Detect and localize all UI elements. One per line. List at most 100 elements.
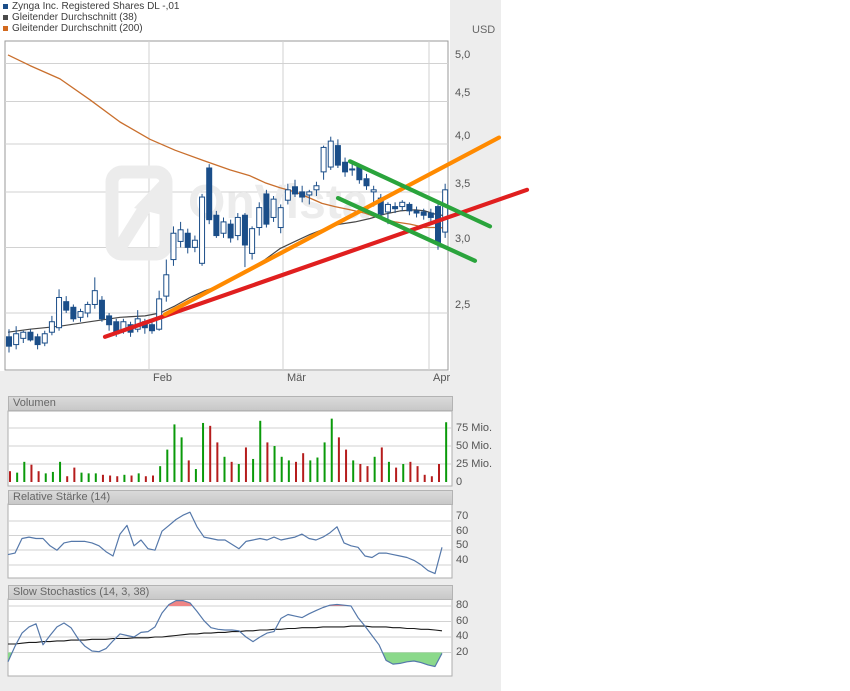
volume-bar [73,467,76,482]
axis-tick-label: 4,5 [455,87,471,99]
volume-bar [395,467,398,482]
volume-bar [352,460,355,482]
legend-item-ma200: Gleitender Durchschnitt (200) [2,23,180,34]
axis-tick-label: Feb [153,372,172,384]
candle-body [191,239,198,248]
candle-body [413,210,420,214]
legend-marker-price-icon [3,4,8,9]
candle-body [91,290,98,305]
volume-panel-header: Volumen [8,396,453,411]
candle-body [206,167,213,221]
volume-bar [194,469,197,482]
candle-body [34,336,41,346]
candle-body [249,228,256,254]
axis-tick-label: 75 Mio. [456,422,493,434]
candle-body [184,232,191,248]
candle-body [84,303,91,314]
candle-body [320,146,327,173]
candle-body [334,145,341,166]
volume-bar [438,464,440,482]
legend-marker-ma38-icon [3,15,8,20]
volume-bar [266,442,269,482]
volume-bar [316,457,319,482]
candle-body [299,191,306,198]
volume-bar [187,460,190,482]
volume-bar [109,475,112,482]
candle-body [256,207,263,229]
axis-tick-label: Apr [433,372,451,384]
volume-bar [295,461,297,482]
volume-bar [302,453,305,482]
currency-label: USD [472,24,496,36]
volume-bar [44,473,47,482]
volume-bar [387,461,390,482]
volume-bar [259,420,262,482]
volume-bar [330,418,333,482]
volume-bar [59,461,62,482]
volume-bar [216,442,219,482]
volume-bar [244,447,247,482]
axis-tick-label: 3,5 [455,178,471,190]
candle-body [399,201,406,208]
candle-body [63,301,70,311]
axis-tick-label: Mär [287,372,306,384]
legend-item-label: Zynga Inc. Registered Shares DL -,01 [12,1,180,12]
volume-bar [94,473,97,482]
candle-body [442,189,449,233]
axis-tick-label: 4,0 [455,130,471,142]
volume-bar [123,474,126,482]
volume-bar [280,456,283,482]
axis-tick-label: 25 Mio. [456,458,493,470]
axis-tick-label: 60 [456,525,469,537]
candle-body [213,214,220,237]
candle-body [177,229,184,242]
candle-body [70,306,77,320]
candle-body [98,299,105,320]
candle-body [227,223,234,239]
candle-body [56,296,63,329]
axis-tick-label: 60 [456,615,469,627]
volume-bar [9,471,11,482]
candle-body [241,214,248,246]
axis-tick-label: 80 [456,599,469,611]
volume-bar [130,475,133,482]
axis-tick-label: 5,0 [455,49,471,61]
candle-body [270,198,277,218]
candle-body [406,203,413,212]
volume-bar [66,476,69,482]
candle-body [392,206,399,210]
volume-bar [345,449,348,482]
axis-tick-label: 70 [456,510,469,522]
candle-body [363,178,370,187]
axis-tick-label: 3,0 [455,233,471,245]
legend-item-label: Gleitender Durchschnitt (38) [12,12,138,23]
candle-body [48,321,55,333]
volume-bar [230,461,233,482]
volume-bar [409,461,412,482]
volume-bar [209,425,212,482]
volume-bar [202,422,205,482]
axis-tick-label: 40 [456,554,469,566]
candle-body [277,207,284,229]
volume-bar [309,460,312,482]
candle-body [77,311,84,318]
candle-body [427,212,434,218]
volume-bar [37,471,40,482]
volume-bar [323,442,326,482]
candle-body [384,203,391,213]
volume-bar [430,476,433,482]
stochastics-panel-header: Slow Stochastics (14, 3, 38) [8,585,453,600]
volume-bar [80,472,83,482]
candle-body [199,196,206,264]
candle-body [292,186,298,195]
stock-chart-root: OnVista Zynga Inc. Registered Shares DL … [0,0,850,691]
volume-bar [152,475,154,482]
volume-bar [423,474,426,482]
volume-bar [402,464,405,482]
volume-bar [30,464,33,482]
candle-body [234,216,241,237]
candle-body [349,168,356,171]
axis-tick-label: 20 [456,646,469,658]
volume-bar [287,460,290,482]
volume-bar [159,466,162,482]
